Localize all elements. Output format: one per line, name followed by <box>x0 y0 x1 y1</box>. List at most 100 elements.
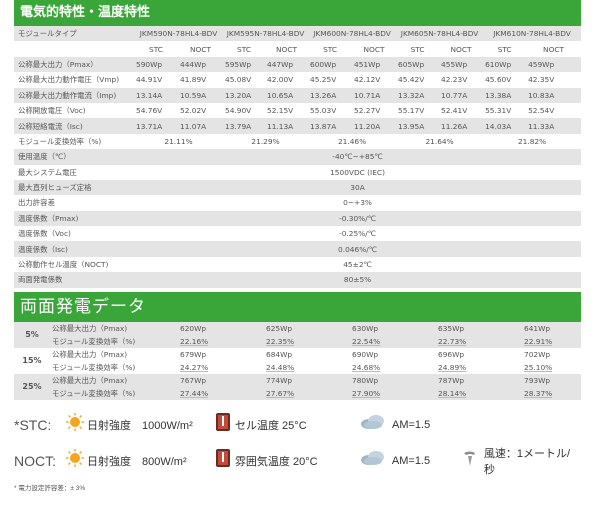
spec-value: 10.83A <box>526 87 582 103</box>
spec-value: 45.42V <box>396 72 440 88</box>
legend-noct-head: NOCT: <box>14 452 56 469</box>
spec-value: 13.26A <box>308 87 353 103</box>
model-name: JKM590N-78HL4-BDV <box>134 26 224 42</box>
cond-noct: NOCT <box>526 41 582 57</box>
common-value: 80±5% <box>134 272 582 288</box>
spec-value: 52.02V <box>178 102 224 119</box>
bifacial-value: 679Wp <box>178 347 264 361</box>
bifacial-value: 641Wp <box>522 321 581 335</box>
common-value: -0.25%/℃ <box>134 226 582 242</box>
bifacial-value: 620Wp <box>178 321 264 335</box>
bifacial-value: 24.68% <box>350 360 436 374</box>
common-value: 45±2℃ <box>134 256 582 273</box>
spec-value: 45.08V <box>223 72 266 88</box>
spec-row: 公称開放電圧（Voc) 54.76V 52.02V 54.90V 52.15V … <box>14 102 582 119</box>
bifacial-value: 24.27% <box>178 360 264 374</box>
bifacial-row-eff: モジュール変換効率（%) 24.27% 24.48% 24.68% 24.89%… <box>14 360 581 374</box>
spec-row: 公称最大出力（Pmax） 590Wp 444Wp 595Wp 447Wp 600… <box>14 56 582 73</box>
common-row: 両面発電係数 80±5% <box>14 272 582 288</box>
module-type-label: モジュールタイプ <box>14 26 134 42</box>
bifacial-row-eff: モジュール変換効率（%) 27.44% 27.67% 27.90% 28.14%… <box>14 386 581 400</box>
spec-value: 590Wp <box>134 56 178 73</box>
spec-label: 温度係数（Isc) <box>14 241 134 257</box>
spec-table: モジュールタイプ JKM590N-78HL4-BDV JKM595N-78HL4… <box>14 26 582 288</box>
common-value: 0.046%/℃ <box>134 241 582 257</box>
spec-label: モジュール変換効率（%) <box>14 133 134 150</box>
bifacial-value: 27.90% <box>350 386 436 400</box>
spec-value: 45.25V <box>308 72 353 88</box>
spec-value: 42.12V <box>352 72 397 88</box>
bifacial-row-eff: モジュール変換効率（%) 22.16% 22.35% 22.54% 22.73%… <box>14 334 581 348</box>
model-name: JKM605N-78HL4-BDV <box>396 26 484 42</box>
spec-value: 42.23V <box>439 72 484 88</box>
bifacial-value: 22.73% <box>436 334 522 348</box>
spec-value: 10.65A <box>265 87 309 103</box>
common-value: -0.30%/℃ <box>134 210 582 227</box>
bifacial-value: 787Wp <box>436 373 522 387</box>
spec-value: 11.07A <box>178 118 224 134</box>
cell-temperature-icon <box>215 412 231 437</box>
cond-stc: STC <box>308 41 353 57</box>
cond-noct: NOCT <box>178 41 224 57</box>
spec-value: 52.15V <box>265 102 309 119</box>
spec-value: 451Wp <box>352 56 397 73</box>
efficiency-value: 21.46% <box>308 133 397 150</box>
common-value: -40℃~+85℃ <box>134 149 582 165</box>
legend-airmass: AM=1.5 <box>391 454 431 467</box>
legend-irradiance: 日射強度 1000W/m² <box>87 419 193 432</box>
cloud-icon <box>360 450 386 471</box>
spec-value: 54.76V <box>134 102 178 119</box>
bifacial-value: 625Wp <box>264 321 350 335</box>
bifacial-row-power: 15% 公称最大出力（Pmax) 679Wp 684Wp 690Wp 696Wp… <box>14 347 581 374</box>
cond-stc: STC <box>396 41 440 57</box>
spec-value: 14.03A <box>483 118 527 134</box>
spec-value: 10.71A <box>352 87 397 103</box>
conditions-legend: *STC: 日射強度 1000W/m² セル温度 25°C AM=1.5 NOC… <box>14 412 581 492</box>
spec-value: 41.89V <box>178 72 224 88</box>
cond-stc: STC <box>483 41 527 57</box>
spec-value: 13.38A <box>483 87 527 103</box>
model-name: JKM600N-78HL4-BDV <box>308 26 397 42</box>
spec-value: 13.71A <box>134 118 178 134</box>
bifacial-value: 702Wp <box>522 347 581 361</box>
common-value: 1500VDC (IEC) <box>134 164 582 180</box>
common-row: 使用温度（℃） -40℃~+85℃ <box>14 149 582 165</box>
bifacial-label: 公称最大出力（Pmax) <box>50 347 178 361</box>
model-name: JKM610N-78HL4-BDV <box>483 26 582 42</box>
spec-label: 両面発電係数 <box>14 272 134 288</box>
section-title-electrical: 電気的特性・温度特性 <box>14 0 581 26</box>
cond-noct: NOCT <box>439 41 484 57</box>
spec-value: 42.35V <box>526 72 582 88</box>
spec-value: 52.41V <box>439 102 484 119</box>
spec-label: 公称動作セル温度（NOCT) <box>14 256 134 273</box>
bifacial-label: 公称最大出力（Pmax) <box>50 321 178 335</box>
bifacial-value: 27.67% <box>264 386 350 400</box>
spec-header-row: モジュールタイプ JKM590N-78HL4-BDV JKM595N-78HL4… <box>14 26 582 42</box>
cond-stc: STC <box>134 41 178 57</box>
spec-label: 最大直列ヒューズ定格 <box>14 179 134 196</box>
spec-value: 44.91V <box>134 72 178 88</box>
spec-label: 公称最大出力（Pmax） <box>14 56 134 73</box>
bifacial-value: 780Wp <box>350 373 436 387</box>
spec-value: 455Wp <box>439 56 484 73</box>
bifacial-row-power: 5% 公称最大出力（Pmax) 620Wp 625Wp 630Wp 635Wp … <box>14 321 581 348</box>
spec-label: 使用温度（℃） <box>14 149 134 165</box>
spec-value: 54.90V <box>223 102 266 119</box>
spec-value: 55.03V <box>308 102 353 119</box>
common-row: 温度係数（Isc) 0.046%/℃ <box>14 241 582 257</box>
spec-value: 11.20A <box>352 118 397 134</box>
bifacial-value: 22.91% <box>522 334 581 348</box>
spec-label: 温度係数（Pmax) <box>14 210 134 227</box>
efficiency-value: 21.29% <box>223 133 309 150</box>
bifacial-value: 767Wp <box>178 373 264 387</box>
legend-cell-temp: セル温度 25°C <box>235 419 307 432</box>
legend-ambient-temp: 雰囲気温度 20°C <box>234 455 318 468</box>
common-row: 最大システム電圧 1500VDC (IEC) <box>14 164 582 180</box>
bifacial-value: 690Wp <box>350 347 436 361</box>
legend-stc-head: *STC: <box>14 416 52 433</box>
spec-value: 52.54V <box>526 102 582 119</box>
bifacial-value: 25.10% <box>522 360 581 374</box>
bifacial-value: 22.16% <box>178 334 264 348</box>
bifacial-table: 5% 公称最大出力（Pmax) 620Wp 625Wp 630Wp 635Wp … <box>14 321 581 400</box>
bifacial-gain: 15% <box>14 347 50 374</box>
